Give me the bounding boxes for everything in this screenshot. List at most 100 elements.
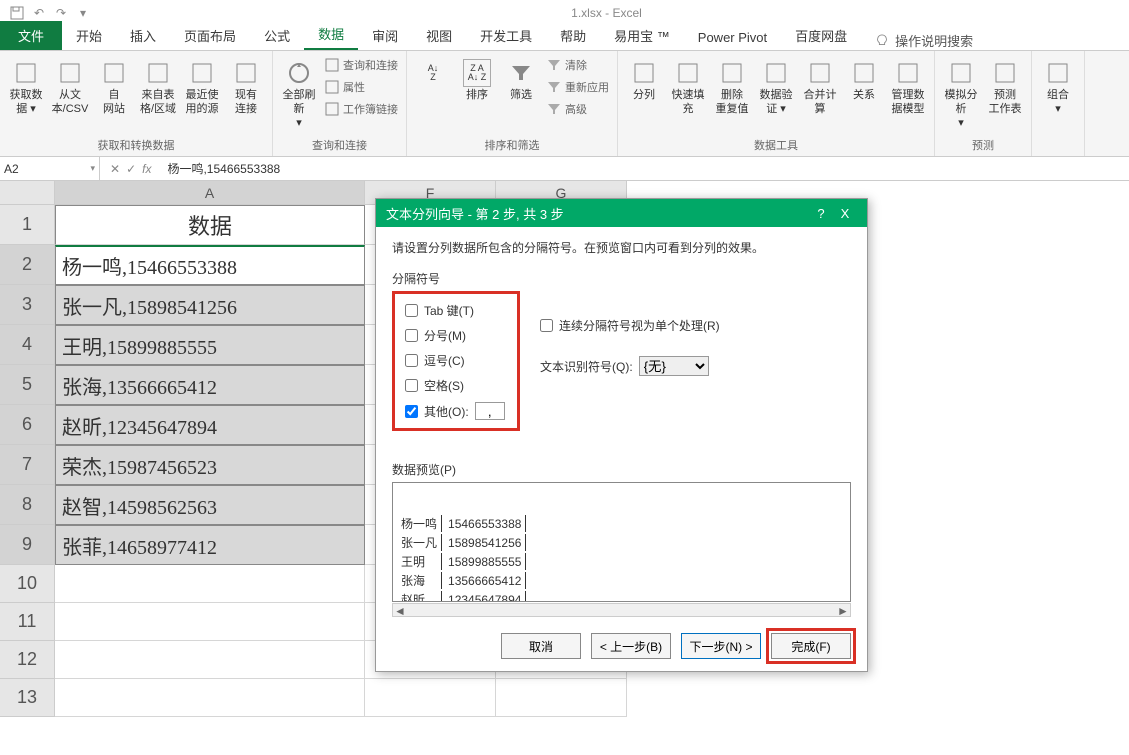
cell-A10[interactable]: [55, 565, 365, 603]
row-header-10[interactable]: 10: [0, 565, 55, 603]
dialog-description: 请设置分列数据所包含的分隔符号。在预览窗口内可看到分列的效果。: [392, 239, 851, 256]
tab-3[interactable]: 公式: [250, 21, 304, 50]
get-data-btn-0[interactable]: 获取数 据 ▾: [6, 55, 46, 117]
column-header-A[interactable]: A: [55, 181, 365, 205]
cell-A1[interactable]: 数据: [55, 205, 365, 245]
undo-icon[interactable]: ↶: [30, 4, 48, 22]
delimiter-space-checkbox[interactable]: 空格(S): [405, 377, 507, 394]
delimiter-other-checkbox[interactable]: 其他(O):: [405, 402, 507, 420]
cell-G13[interactable]: [496, 679, 627, 717]
tab-2[interactable]: 页面布局: [170, 21, 250, 50]
filter-side-0[interactable]: 清除: [545, 55, 611, 75]
row-header-11[interactable]: 11: [0, 603, 55, 641]
preview-scrollbar[interactable]: ◄►: [392, 603, 851, 617]
cancel-icon[interactable]: ✕: [110, 162, 120, 176]
row-header-3[interactable]: 3: [0, 285, 55, 325]
back-button[interactable]: < 上一步(B): [591, 633, 671, 659]
delimiter-semicolon-checkbox[interactable]: 分号(M): [405, 327, 507, 344]
cell-A13[interactable]: [55, 679, 365, 717]
tell-me-search[interactable]: 操作说明搜索: [875, 31, 973, 50]
cancel-button[interactable]: 取消: [501, 633, 581, 659]
tab-4[interactable]: 数据: [304, 19, 358, 50]
delimiter-other-input[interactable]: [475, 402, 505, 420]
query-side-2[interactable]: 工作簿链接: [323, 99, 400, 119]
tab-6[interactable]: 视图: [412, 21, 466, 50]
consecutive-delimiters-checkbox[interactable]: 连续分隔符号视为单个处理(R): [540, 317, 720, 334]
tab-8[interactable]: 帮助: [546, 21, 600, 50]
cell-A9[interactable]: 张菲,14658977412: [55, 525, 365, 565]
text-to-columns-wizard-dialog: 文本分列向导 - 第 2 步, 共 3 步 ? X 请设置分列数据所包含的分隔符…: [375, 198, 868, 672]
tab-10[interactable]: Power Pivot: [684, 25, 781, 50]
data-tool-btn-3[interactable]: 数据验 证 ▾: [756, 55, 796, 117]
query-side-0[interactable]: 查询和连接: [323, 55, 400, 75]
data-tool-btn-0[interactable]: 分列: [624, 55, 664, 103]
delimiter-tab-checkbox[interactable]: Tab 键(T): [405, 302, 507, 319]
get-data-btn-3[interactable]: 来自表 格/区域: [138, 55, 178, 117]
formula-input[interactable]: 杨一鸣,15466553388: [161, 160, 1129, 177]
cell-F13[interactable]: [365, 679, 496, 717]
row-header-4[interactable]: 4: [0, 325, 55, 365]
next-button[interactable]: 下一步(N) >: [681, 633, 761, 659]
filter-side-2[interactable]: 高级: [545, 99, 611, 119]
row-header-12[interactable]: 12: [0, 641, 55, 679]
forecast-btn-1[interactable]: 预测 工作表: [985, 55, 1025, 117]
scroll-left-icon[interactable]: ◄: [393, 604, 407, 616]
row-header-6[interactable]: 6: [0, 405, 55, 445]
cell-A6[interactable]: 赵昕,12345647894: [55, 405, 365, 445]
get-data-btn-4[interactable]: 最近使 用的源: [182, 55, 222, 117]
data-tool-btn-2[interactable]: 删除 重复值: [712, 55, 752, 117]
row-header-5[interactable]: 5: [0, 365, 55, 405]
dialog-titlebar[interactable]: 文本分列向导 - 第 2 步, 共 3 步 ? X: [376, 199, 867, 227]
sort-za-icon[interactable]: Z AA↓ Z排序: [457, 55, 497, 103]
tab-1[interactable]: 插入: [116, 21, 170, 50]
data-tool-btn-1[interactable]: 快速填充: [668, 55, 708, 117]
select-all-corner[interactable]: [0, 181, 55, 205]
row-header-9[interactable]: 9: [0, 525, 55, 565]
row-header-7[interactable]: 7: [0, 445, 55, 485]
row-header-1[interactable]: 1: [0, 205, 55, 245]
cell-A5[interactable]: 张海,13566665412: [55, 365, 365, 405]
enter-icon[interactable]: ✓: [126, 162, 136, 176]
dialog-help-button[interactable]: ?: [809, 206, 833, 221]
cell-A4[interactable]: 王明,15899885555: [55, 325, 365, 365]
data-tool-btn-4[interactable]: 合并计算: [800, 55, 840, 117]
save-icon[interactable]: [8, 4, 26, 22]
filter-button[interactable]: 筛选: [501, 55, 541, 103]
delimiter-comma-checkbox[interactable]: 逗号(C): [405, 352, 507, 369]
dialog-close-button[interactable]: X: [833, 206, 857, 221]
tab-7[interactable]: 开发工具: [466, 21, 546, 50]
data-tool-btn-5[interactable]: 关系: [844, 55, 884, 103]
row-header-13[interactable]: 13: [0, 679, 55, 717]
cell-A11[interactable]: [55, 603, 365, 641]
refresh-all-button[interactable]: 全部刷新 ▾: [279, 55, 319, 130]
text-qualifier-select[interactable]: {无}: [639, 356, 709, 376]
row-header-2[interactable]: 2: [0, 245, 55, 285]
tab-9[interactable]: 易用宝 ™: [600, 21, 684, 50]
outline-btn-0[interactable]: 组合 ▾: [1038, 55, 1078, 117]
tab-0[interactable]: 开始: [62, 21, 116, 50]
finish-button[interactable]: 完成(F): [771, 633, 851, 659]
fx-icon[interactable]: fx: [142, 162, 151, 176]
preview-legend: 数据预览(P): [392, 461, 851, 478]
scroll-right-icon[interactable]: ►: [836, 604, 850, 616]
sort-az-icon[interactable]: A↓Z: [413, 55, 453, 89]
forecast-btn-0[interactable]: 模拟分析 ▾: [941, 55, 981, 130]
tab-5[interactable]: 审阅: [358, 21, 412, 50]
get-data-btn-1[interactable]: 从文 本/CSV: [50, 55, 90, 117]
cell-A12[interactable]: [55, 641, 365, 679]
tab-file[interactable]: 文件: [0, 21, 62, 50]
cell-A2[interactable]: 杨一鸣,15466553388: [55, 245, 365, 285]
row-header-8[interactable]: 8: [0, 485, 55, 525]
cell-A7[interactable]: 荣杰,15987456523: [55, 445, 365, 485]
cell-A8[interactable]: 赵智,14598562563: [55, 485, 365, 525]
redo-icon[interactable]: ↷: [52, 4, 70, 22]
name-box[interactable]: A2▾: [0, 157, 100, 180]
tab-11[interactable]: 百度网盘: [781, 21, 861, 50]
get-data-btn-5[interactable]: 现有 连接: [226, 55, 266, 117]
data-tool-btn-6[interactable]: 管理数 据模型: [888, 55, 928, 117]
query-side-1[interactable]: 属性: [323, 77, 400, 97]
qat-dropdown-icon[interactable]: ▾: [74, 4, 92, 22]
get-data-btn-2[interactable]: 自 网站: [94, 55, 134, 117]
filter-side-1[interactable]: 重新应用: [545, 77, 611, 97]
cell-A3[interactable]: 张一凡,15898541256: [55, 285, 365, 325]
